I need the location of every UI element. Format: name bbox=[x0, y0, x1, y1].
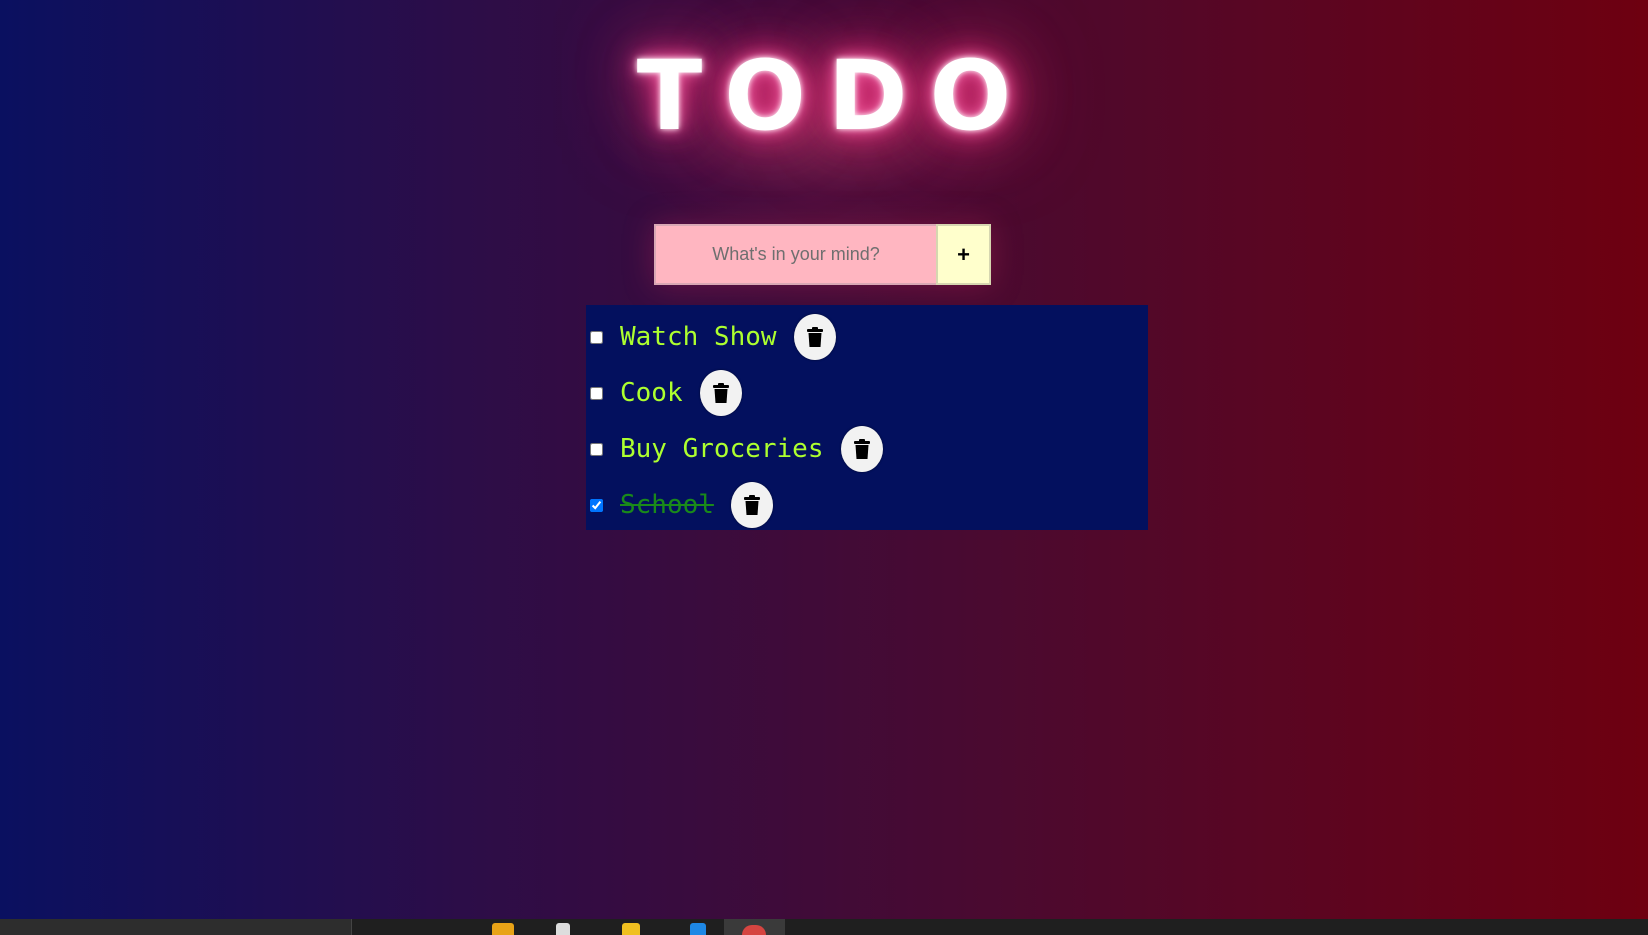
page-title: TODO bbox=[636, 40, 1034, 152]
todo-form: + bbox=[654, 224, 991, 285]
app-icon[interactable] bbox=[556, 923, 570, 935]
todo-text: Cook bbox=[620, 378, 683, 408]
folder-icon[interactable] bbox=[622, 923, 640, 935]
todo-input[interactable] bbox=[654, 224, 936, 285]
file-explorer-icon[interactable] bbox=[492, 923, 514, 935]
todo-checkbox[interactable] bbox=[590, 386, 603, 400]
todo-text: School bbox=[620, 490, 714, 520]
add-todo-button[interactable]: + bbox=[936, 224, 991, 285]
todo-item: Watch Show bbox=[586, 309, 1148, 365]
todo-text: Buy Groceries bbox=[620, 434, 824, 464]
trash-icon bbox=[806, 327, 823, 347]
taskbar bbox=[0, 919, 1648, 935]
trash-icon bbox=[853, 439, 870, 459]
todo-text: Watch Show bbox=[620, 322, 777, 352]
todo-item: School bbox=[586, 477, 1148, 533]
editor-icon[interactable] bbox=[690, 923, 706, 935]
trash-icon bbox=[712, 383, 729, 403]
delete-button[interactable] bbox=[840, 426, 883, 472]
taskbar-active-app[interactable] bbox=[724, 919, 785, 935]
todo-item: Buy Groceries bbox=[586, 421, 1148, 477]
delete-button[interactable] bbox=[699, 370, 742, 416]
browser-icon bbox=[742, 925, 766, 935]
todo-list: Watch Show Cook Buy Groceries School bbox=[586, 305, 1148, 530]
todo-item: Cook bbox=[586, 365, 1148, 421]
todo-checkbox[interactable] bbox=[590, 442, 603, 456]
delete-button[interactable] bbox=[793, 314, 836, 360]
todo-checkbox[interactable] bbox=[590, 498, 603, 512]
taskbar-search[interactable] bbox=[0, 919, 352, 935]
delete-button[interactable] bbox=[730, 482, 773, 528]
trash-icon bbox=[743, 495, 760, 515]
todo-checkbox[interactable] bbox=[590, 330, 603, 344]
